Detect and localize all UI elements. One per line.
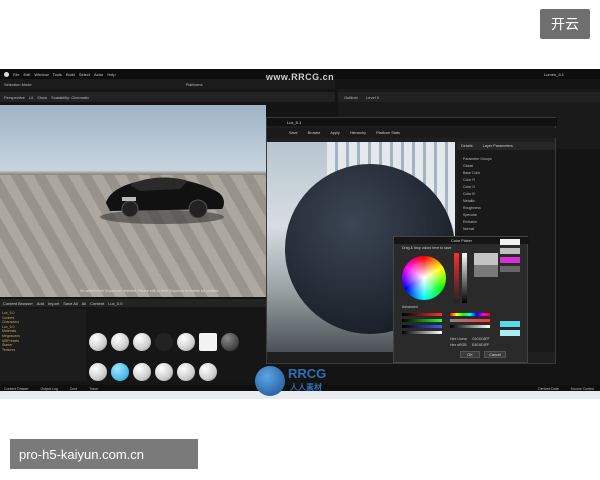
content-browser-header: Content Browser Add Import Save All All … bbox=[0, 299, 266, 307]
viewport-toolbar: Perspective Lit Show Scalability: Cinema… bbox=[0, 92, 335, 102]
tab-details[interactable]: Details bbox=[461, 144, 473, 148]
outliner-tabs: Outliner Level 0 bbox=[338, 92, 600, 102]
color-swatch[interactable] bbox=[500, 239, 520, 245]
details-row[interactable]: Global bbox=[463, 163, 543, 170]
rrcg-logo-subtext: 人人素材 bbox=[290, 383, 322, 392]
hierarchy-button[interactable]: Hierarchy bbox=[350, 131, 366, 135]
path-lux[interactable]: Lux_5.0 bbox=[108, 301, 122, 306]
platforms-button[interactable]: Platforms bbox=[186, 82, 203, 87]
color-swatch[interactable] bbox=[500, 330, 520, 336]
hex-srgb-label: Hex sRGB bbox=[450, 343, 467, 347]
value-slider[interactable] bbox=[462, 253, 467, 303]
color-swatch[interactable] bbox=[500, 321, 520, 327]
path-all[interactable]: All bbox=[82, 301, 86, 306]
details-row[interactable]: Metallic bbox=[463, 198, 543, 205]
save-button[interactable]: Save bbox=[289, 131, 298, 135]
details-row[interactable]: Roughness bbox=[463, 205, 543, 212]
apply-button[interactable]: Apply bbox=[330, 131, 340, 135]
scalability-button[interactable]: Scalability: Cinematic bbox=[51, 95, 89, 100]
details-row[interactable]: Specular bbox=[463, 212, 543, 219]
swatch-column bbox=[500, 239, 520, 279]
details-row[interactable]: Parameter Groups bbox=[463, 156, 543, 163]
lit-button[interactable]: Lit bbox=[29, 95, 33, 100]
color-swatch[interactable] bbox=[500, 257, 520, 263]
material-editor-toolbar: Save Browse Apply Hierarchy Platform Sta… bbox=[267, 128, 557, 138]
selection-mode-button[interactable]: Selection Mode bbox=[4, 82, 32, 87]
platform-stats-button[interactable]: Platform Stats bbox=[376, 131, 400, 135]
swatch-column-2 bbox=[500, 321, 520, 337]
old-color-swatch bbox=[474, 265, 498, 277]
details-row[interactable]: Base Color bbox=[463, 170, 543, 177]
color-wheel[interactable] bbox=[402, 256, 446, 300]
watermark-top: www.RRCG.cn bbox=[265, 72, 335, 82]
folder-tree: Lux_5.0 Content Characters Lux_5.0 Mater… bbox=[0, 309, 86, 381]
details-rows: Parameter Groups Global Base Color Color… bbox=[463, 156, 543, 233]
asset-thumbnail[interactable] bbox=[155, 333, 173, 351]
perspective-button[interactable]: Perspective bbox=[4, 95, 25, 100]
cancel-button[interactable]: Cancel bbox=[484, 351, 506, 358]
ok-button[interactable]: OK bbox=[460, 351, 480, 358]
advanced-label[interactable]: Advanced bbox=[402, 305, 418, 309]
asset-thumbnail[interactable] bbox=[89, 333, 107, 351]
import-button[interactable]: Import bbox=[48, 301, 59, 306]
details-row[interactable]: Normal bbox=[463, 226, 543, 233]
material-editor-title: Lux_5.1 bbox=[267, 118, 557, 126]
color-picker-hint: Drag & drop colors here to save bbox=[402, 246, 452, 250]
rrcg-logo-text: RRCG bbox=[288, 366, 327, 381]
asset-thumbnail[interactable] bbox=[221, 333, 239, 351]
asset-thumbnail[interactable] bbox=[177, 363, 195, 381]
asset-thumbnail[interactable] bbox=[155, 363, 173, 381]
details-tabs: Details Layer Parameters bbox=[457, 142, 555, 150]
save-all-button[interactable]: Save All bbox=[63, 301, 77, 306]
path-content[interactable]: Content bbox=[90, 301, 104, 306]
rrcg-logo-icon bbox=[255, 366, 285, 396]
unreal-editor-screenshot: File Edit Window Tools Build Select Acto… bbox=[0, 69, 600, 399]
sat-input-slider[interactable] bbox=[450, 319, 490, 322]
hex-linear-value[interactable]: C6C6C6FF bbox=[472, 337, 490, 341]
alpha-slider[interactable] bbox=[402, 331, 442, 334]
hue-slider[interactable] bbox=[450, 313, 490, 316]
bottom-url-label[interactable]: pro-h5-kaiyun.com.cn bbox=[10, 439, 198, 469]
browse-button[interactable]: Browse bbox=[308, 131, 321, 135]
val-input-slider[interactable] bbox=[450, 325, 490, 328]
asset-thumbnail[interactable] bbox=[133, 333, 151, 351]
asset-thumbnail[interactable] bbox=[111, 363, 129, 381]
asset-thumbnail[interactable] bbox=[199, 363, 217, 381]
level-viewport[interactable]: No active Level Sequencer detected. Plea… bbox=[0, 105, 266, 297]
asset-thumbnails-row-1 bbox=[89, 331, 266, 353]
add-button[interactable]: Add bbox=[37, 301, 44, 306]
content-browser-title: Content Browser bbox=[3, 300, 33, 306]
new-color-swatch bbox=[474, 253, 498, 265]
page: 开云 File Edit Window Tools Build Select A… bbox=[0, 0, 600, 480]
tab-layer-parameters[interactable]: Layer Parameters bbox=[483, 144, 513, 148]
viewport-message: No active Level Sequencer detected. Plea… bbox=[80, 289, 219, 293]
asset-thumbnail[interactable] bbox=[89, 363, 107, 381]
asset-thumbnail[interactable] bbox=[111, 333, 129, 351]
asset-thumbnail[interactable] bbox=[199, 333, 217, 351]
color-swatch[interactable] bbox=[500, 248, 520, 254]
hex-srgb-value[interactable]: E4E4E4FF bbox=[472, 343, 489, 347]
sports-car-image bbox=[100, 177, 224, 224]
color-swatch[interactable] bbox=[500, 266, 520, 272]
details-row[interactable]: Color B bbox=[463, 191, 543, 198]
asset-thumbnails-row-2 bbox=[89, 362, 266, 382]
top-right-button[interactable]: 开云 bbox=[540, 9, 590, 39]
red-slider[interactable] bbox=[402, 313, 442, 316]
hex-linear-label: Hex Linear bbox=[450, 337, 467, 341]
saturation-slider[interactable] bbox=[454, 253, 459, 303]
tab-outliner[interactable]: Outliner bbox=[344, 95, 358, 100]
folder-item[interactable]: Textures bbox=[2, 348, 84, 353]
green-slider[interactable] bbox=[402, 319, 442, 322]
asset-thumbnail[interactable] bbox=[133, 363, 151, 381]
tab-level[interactable]: Level 0 bbox=[366, 95, 379, 100]
asset-thumbnail[interactable] bbox=[177, 333, 195, 351]
details-row[interactable]: Color G bbox=[463, 184, 543, 191]
details-row[interactable]: Emissive bbox=[463, 219, 543, 226]
show-button[interactable]: Show bbox=[37, 95, 47, 100]
details-row[interactable]: Color R bbox=[463, 177, 543, 184]
blue-slider[interactable] bbox=[402, 325, 442, 328]
